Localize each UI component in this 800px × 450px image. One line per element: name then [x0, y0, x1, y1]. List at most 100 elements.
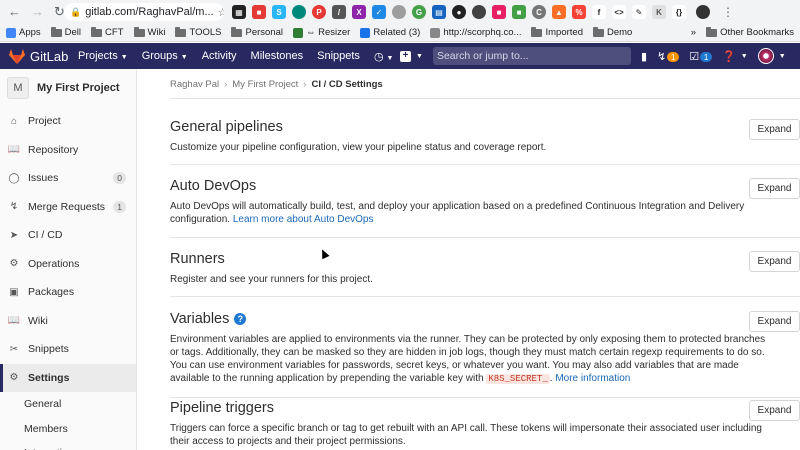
- gitlab-logo[interactable]: GitLab: [0, 48, 72, 64]
- sidebar-item-repository[interactable]: 📖 Repository: [0, 136, 136, 165]
- extension-pen-icon[interactable]: ✎: [632, 5, 646, 19]
- settings-sub-general[interactable]: General: [0, 392, 136, 417]
- sidebar-item-merge-requests[interactable]: ↯ Merge Requests 1: [0, 193, 136, 222]
- extensions: ▦ ■ S P / X ✓ G ▤ ● ■ ■ C ▲ % f <> ✎ K {…: [232, 5, 734, 19]
- bookmark-item[interactable]: TOOLS: [175, 26, 221, 38]
- extension-green-icon[interactable]: [292, 5, 306, 19]
- help-dropdown[interactable]: ❓ ▼: [722, 50, 748, 63]
- bookmark-item[interactable]: Personal: [231, 26, 283, 38]
- chevron-down-icon: ▼: [120, 54, 128, 61]
- section-auto-devops: Auto DevOps Auto DevOps will automatical…: [170, 178, 800, 238]
- auto-devops-learn-more-link[interactable]: Learn more about Auto DevOps: [233, 214, 374, 225]
- expand-variables-button[interactable]: Expand: [749, 311, 800, 332]
- sidebar-project-header[interactable]: M My First Project: [0, 69, 136, 107]
- extension-k-icon[interactable]: K: [652, 5, 666, 19]
- book-icon: 📖: [7, 144, 21, 156]
- user-dropdown[interactable]: ▼: [757, 48, 786, 64]
- bookmarks-bar: Apps Dell CFT Wiki TOOLS Personal ⇔ Resizer Rel…: [0, 24, 800, 42]
- question-icon: ❓: [722, 50, 736, 63]
- sidebar-item-operations[interactable]: ⚙ Operations: [0, 250, 136, 279]
- extension-red-icon[interactable]: ■: [252, 5, 266, 19]
- nav-milestones[interactable]: Milestones: [251, 50, 304, 62]
- sidebar-item-issues[interactable]: ◯ Issues 0: [0, 164, 136, 193]
- project-name: My First Project: [37, 82, 120, 94]
- extension-f-icon[interactable]: f: [592, 5, 606, 19]
- extension-dark-icon[interactable]: [472, 5, 486, 19]
- extension-p-icon[interactable]: P: [312, 5, 326, 19]
- todos-nav[interactable]: ☑ 1: [689, 50, 713, 63]
- extension-github-icon[interactable]: ●: [452, 5, 466, 19]
- extension-s-icon[interactable]: S: [272, 5, 286, 19]
- bookmark-item[interactable]: Related (3): [360, 27, 420, 38]
- bookmark-label: Related (3): [373, 27, 421, 38]
- bookmark-item[interactable]: Demo: [592, 26, 632, 38]
- extension-green-square-icon[interactable]: ■: [512, 5, 526, 19]
- expand-pipeline-triggers-button[interactable]: Expand: [749, 400, 800, 421]
- bookmark-item[interactable]: http://scorphq.co...: [430, 27, 521, 38]
- variables-more-info-link[interactable]: More information: [555, 373, 630, 384]
- sidebar-item-label: Issues: [28, 172, 59, 185]
- extension-gitlab-icon[interactable]: ▲: [552, 5, 566, 19]
- sidebar-item-count: 0: [113, 172, 126, 185]
- lock-icon: 🔒: [70, 6, 82, 17]
- extension-braces-icon[interactable]: {}: [672, 5, 686, 19]
- sidebar-item-snippets[interactable]: ✂ Snippets: [0, 335, 136, 364]
- new-item-dropdown[interactable]: + ▼: [400, 50, 423, 62]
- bookmark-item[interactable]: ⇔ Resizer: [292, 27, 350, 38]
- expand-auto-devops-button[interactable]: Expand: [749, 178, 800, 199]
- bookmark-item[interactable]: Apps: [6, 27, 41, 38]
- project-sidebar: M My First Project ⌂ Project 📖 Repository ◯ I…: [0, 69, 137, 450]
- folder-icon: [175, 26, 187, 37]
- nav-projects[interactable]: Projects ▼: [78, 50, 128, 62]
- extension-grid-icon[interactable]: ▦: [232, 5, 246, 19]
- bookmarks-overflow-icon[interactable]: »: [691, 27, 696, 38]
- extension-circle-icon[interactable]: [392, 5, 406, 19]
- extension-pink-icon[interactable]: ■: [492, 5, 506, 19]
- sidebar-item-packages[interactable]: ▣ Packages: [0, 278, 136, 307]
- search-input[interactable]: [432, 47, 631, 65]
- search-box: [432, 47, 631, 65]
- extension-g-icon[interactable]: G: [412, 5, 426, 19]
- gitlab-tanuki-icon: [9, 48, 25, 64]
- sidebar-item-settings[interactable]: ⚙ Settings: [0, 363, 136, 392]
- extension-check-icon[interactable]: ✓: [372, 5, 386, 19]
- forward-icon[interactable]: →: [31, 4, 44, 20]
- section-divider: [170, 164, 800, 165]
- bookmark-item[interactable]: Dell: [50, 26, 81, 38]
- nav-more-dropdown[interactable]: ◷ ▼: [374, 50, 394, 63]
- issues-nav-icon[interactable]: ▮: [641, 50, 647, 63]
- gitlab-top-nav: GitLab Projects ▼ Groups ▼ Activity Milest…: [0, 43, 800, 69]
- merge-requests-nav[interactable]: ↯ 1: [657, 50, 680, 63]
- browser-menu-icon[interactable]: ⋮: [722, 5, 734, 19]
- expand-runners-button[interactable]: Expand: [749, 251, 800, 272]
- help-question-icon[interactable]: ?: [234, 313, 247, 325]
- settings-sub-integrations[interactable]: Integrations: [0, 441, 136, 450]
- breadcrumb-owner[interactable]: Raghav Pal: [170, 79, 219, 90]
- expand-general-pipelines-button[interactable]: Expand: [749, 119, 800, 140]
- nav-groups[interactable]: Groups ▼: [142, 50, 188, 62]
- extension-code-icon[interactable]: <>: [612, 5, 626, 19]
- profile-avatar[interactable]: [696, 5, 710, 19]
- extension-percent-icon[interactable]: %: [572, 5, 586, 19]
- nav-activity[interactable]: Activity: [202, 50, 237, 62]
- bookmark-item[interactable]: CFT: [91, 26, 124, 38]
- bookmark-item[interactable]: Imported: [531, 26, 583, 38]
- sidebar-item-ci-cd[interactable]: ➤ CI / CD: [0, 221, 136, 250]
- settings-sub-members[interactable]: Members: [0, 416, 136, 441]
- extension-doc-icon[interactable]: ▤: [432, 5, 446, 19]
- browser-nav: ← → ↻: [0, 4, 65, 20]
- extension-c-icon[interactable]: C: [532, 5, 546, 19]
- bookmark-star-icon[interactable]: ☆: [218, 6, 224, 19]
- extension-slash-icon[interactable]: /: [332, 5, 346, 19]
- breadcrumb-project[interactable]: My First Project: [232, 79, 298, 90]
- bookmark-item[interactable]: Wiki: [133, 26, 165, 38]
- section-runners: Runners Register and see your runners fo…: [170, 251, 800, 297]
- sidebar-item-project[interactable]: ⌂ Project: [0, 107, 136, 136]
- back-icon[interactable]: ←: [8, 4, 21, 20]
- other-bookmarks[interactable]: Other Bookmarks: [706, 26, 794, 38]
- nav-snippets[interactable]: Snippets: [317, 50, 360, 62]
- breadcrumb-divider: [170, 98, 800, 99]
- sidebar-item-wiki[interactable]: 📖 Wiki: [0, 307, 136, 336]
- address-bar[interactable]: 🔒 gitlab.com/RaghavPal/m... ☆: [64, 3, 224, 21]
- extension-x-icon[interactable]: X: [352, 5, 366, 19]
